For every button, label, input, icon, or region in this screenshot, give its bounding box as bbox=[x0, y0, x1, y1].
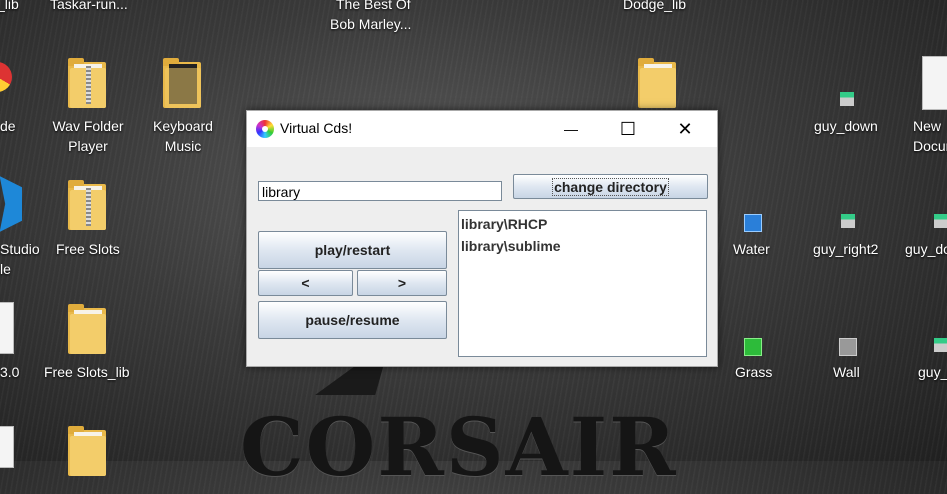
minimize-icon: — bbox=[564, 121, 578, 137]
wall-tile-icon[interactable] bbox=[839, 338, 857, 356]
window-titlebar[interactable]: Virtual Cds! — ☐ ✕ bbox=[247, 111, 717, 147]
folder-icon[interactable] bbox=[68, 426, 106, 476]
window-content: library change directory play/restart < … bbox=[247, 147, 717, 366]
desktop-icon-label[interactable]: guy_right2 bbox=[813, 239, 878, 259]
wallpaper-brand-text: CORSAIR bbox=[240, 400, 678, 494]
document-icon[interactable] bbox=[0, 426, 14, 468]
desktop-label-best-of-line1[interactable]: The Best Of bbox=[336, 0, 411, 14]
play-restart-button[interactable]: play/restart bbox=[258, 231, 447, 269]
pause-resume-button[interactable]: pause/resume bbox=[258, 301, 447, 339]
desktop-icon-label[interactable]: guy_do... bbox=[905, 239, 947, 259]
maximize-button[interactable]: ☐ bbox=[605, 111, 651, 147]
desktop-icon-label[interactable]: 3.0 bbox=[0, 362, 19, 382]
guy-down-sprite-icon[interactable] bbox=[840, 92, 854, 106]
desktop-icon-label[interactable]: Wall bbox=[833, 362, 860, 382]
desktop-icon-label[interactable]: New Docum... bbox=[898, 116, 947, 156]
change-directory-label: change directory bbox=[552, 177, 669, 196]
list-item[interactable]: library\sublime bbox=[461, 235, 704, 257]
desktop-icon-label[interactable]: guy_... bbox=[918, 362, 947, 382]
close-icon: ✕ bbox=[677, 118, 693, 139]
desktop-icon-label[interactable]: Studio bbox=[0, 239, 40, 259]
window-title: Virtual Cds! bbox=[280, 120, 353, 136]
desktop-icon-label[interactable]: de bbox=[0, 116, 16, 136]
document-icon[interactable] bbox=[922, 56, 947, 110]
zip-folder-icon[interactable] bbox=[68, 58, 106, 108]
previous-button[interactable]: < bbox=[258, 270, 353, 296]
virtual-cds-window[interactable]: Virtual Cds! — ☐ ✕ library change direct… bbox=[246, 110, 718, 367]
desktop-icon-label[interactable]: guy_down bbox=[814, 116, 878, 136]
cd-icon bbox=[256, 120, 274, 138]
grass-tile-icon[interactable] bbox=[744, 338, 762, 356]
desktop-icon-label[interactable]: Free Slots_lib bbox=[44, 362, 130, 382]
desktop-icon-label[interactable]: Keyboard Music bbox=[150, 116, 216, 156]
folder-icon[interactable] bbox=[163, 58, 201, 108]
desktop-icon-label[interactable]: Water bbox=[733, 239, 770, 259]
desktop-icon-label[interactable]: Grass bbox=[735, 362, 772, 382]
desktop-label-taskar[interactable]: Taskar-run... bbox=[50, 0, 128, 14]
folder-icon[interactable] bbox=[638, 58, 676, 108]
guy-right-sprite-icon[interactable] bbox=[841, 214, 855, 228]
desktop-icon-label[interactable]: le bbox=[0, 259, 11, 279]
folder-icon[interactable] bbox=[68, 304, 106, 354]
chrome-icon[interactable] bbox=[0, 62, 12, 92]
zip-folder-icon[interactable] bbox=[68, 180, 106, 230]
desktop-label-dodge-lib[interactable]: Dodge_lib bbox=[623, 0, 686, 14]
change-directory-button[interactable]: change directory bbox=[513, 174, 708, 199]
guy-down-sprite-icon[interactable] bbox=[934, 214, 947, 228]
minimize-button[interactable]: — bbox=[548, 111, 594, 147]
water-tile-icon[interactable] bbox=[744, 214, 762, 232]
desktop-icon-label[interactable]: Wav Folder Player bbox=[52, 116, 124, 156]
cd-list[interactable]: library\RHCP library\sublime bbox=[458, 210, 707, 357]
close-button[interactable]: ✕ bbox=[662, 111, 708, 147]
next-button[interactable]: > bbox=[357, 270, 447, 296]
guy-sprite-icon[interactable] bbox=[934, 338, 947, 352]
document-icon[interactable] bbox=[0, 302, 14, 354]
list-item[interactable]: library\RHCP bbox=[461, 213, 704, 235]
maximize-icon: ☐ bbox=[619, 118, 637, 139]
visual-studio-icon[interactable] bbox=[0, 176, 22, 232]
desktop-label-best-of-line2[interactable]: Bob Marley... bbox=[330, 14, 411, 34]
directory-input[interactable]: library bbox=[258, 181, 502, 201]
desktop-icon-label[interactable]: Free Slots bbox=[56, 239, 120, 259]
desktop-label-z-lib[interactable]: z_lib bbox=[0, 0, 19, 14]
